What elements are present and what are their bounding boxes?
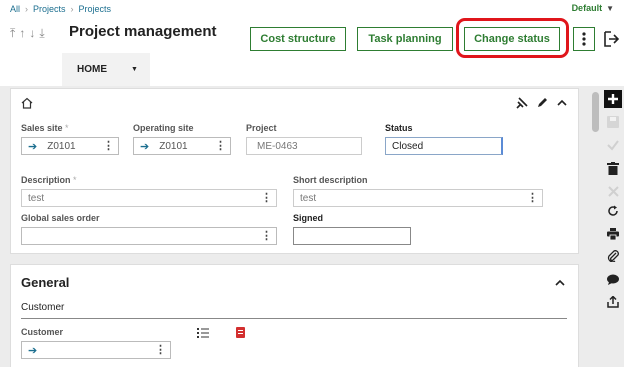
description-value: test xyxy=(28,192,45,204)
highlight-annotation xyxy=(456,18,569,58)
chevron-up-icon[interactable] xyxy=(556,97,568,109)
customer-field[interactable]: ➔ ⋮ xyxy=(21,341,171,359)
signed-label: Signed xyxy=(293,213,324,223)
project-field[interactable]: ME-0463 xyxy=(246,137,362,155)
breadcrumb-all[interactable]: All xyxy=(10,4,20,14)
user-default-menu[interactable]: Default ▼ xyxy=(572,3,614,13)
side-toolbar xyxy=(602,90,624,367)
chevron-up-icon[interactable] xyxy=(554,277,566,289)
description-label: Description * xyxy=(21,175,77,185)
attachment-button[interactable] xyxy=(604,247,622,265)
short-description-label: Short description xyxy=(293,175,368,185)
delete-button[interactable] xyxy=(604,159,622,177)
breadcrumb-projects[interactable]: Projects xyxy=(33,4,66,14)
breadcrumb-separator-icon: › xyxy=(70,4,74,14)
share-icon xyxy=(607,296,619,308)
default-menu-label: Default xyxy=(571,3,603,13)
cancel-button[interactable] xyxy=(604,182,622,200)
arrow-right-icon: ➔ xyxy=(28,344,38,357)
add-button[interactable] xyxy=(604,90,622,108)
close-icon xyxy=(607,185,619,197)
more-vertical-icon[interactable]: ⋮ xyxy=(155,344,166,356)
more-vertical-icon[interactable]: ⋮ xyxy=(261,230,272,242)
sales-site-value: Z0101 xyxy=(47,140,76,152)
arrow-right-icon: ➔ xyxy=(140,140,150,153)
customer-label: Customer xyxy=(21,327,64,337)
global-sales-order-label: Global sales order xyxy=(21,213,100,223)
record-navigation: ⤒ ↑ ↓ ⤓ xyxy=(10,26,45,41)
sales-site-label: Sales site * xyxy=(21,123,69,133)
refresh-icon xyxy=(608,205,618,216)
more-vertical-icon[interactable]: ⋮ xyxy=(261,192,272,204)
chevron-down-icon: ▼ xyxy=(131,66,138,73)
comment-icon xyxy=(607,274,619,285)
operating-site-field[interactable]: ➔ Z0101 ⋮ xyxy=(133,137,231,155)
comment-button[interactable] xyxy=(604,270,622,288)
header-panel: Sales site * ➔ Z0101 ⋮ Operating site ➔ … xyxy=(10,88,579,254)
short-description-field[interactable]: test ⋮ xyxy=(293,189,543,207)
document-icon[interactable] xyxy=(236,327,245,338)
confirm-button[interactable] xyxy=(604,136,622,154)
page-title: Project management xyxy=(69,23,217,40)
previous-record-icon[interactable]: ↑ xyxy=(19,26,25,41)
home-tab[interactable]: HOME ▼ xyxy=(62,53,150,86)
print-icon xyxy=(607,228,619,240)
more-vertical-icon xyxy=(582,32,586,46)
save-button[interactable] xyxy=(604,113,622,131)
divider xyxy=(21,318,567,319)
global-sales-order-field[interactable]: ⋮ xyxy=(21,227,277,245)
list-icon[interactable] xyxy=(197,327,209,338)
general-section: General Customer Customer ➔ ⋮ xyxy=(10,264,579,367)
save-icon xyxy=(607,116,619,128)
short-description-value: test xyxy=(300,192,317,204)
edit-icon[interactable] xyxy=(536,97,548,109)
signed-field[interactable] xyxy=(293,227,411,245)
exit-icon[interactable] xyxy=(603,30,619,48)
general-section-title: General xyxy=(21,275,70,290)
description-field[interactable]: test ⋮ xyxy=(21,189,277,207)
panel-tools xyxy=(516,97,568,109)
home-icon[interactable] xyxy=(21,97,33,109)
scrollbar-thumb[interactable] xyxy=(592,92,599,132)
operating-site-label: Operating site xyxy=(133,123,194,133)
last-record-icon[interactable]: ⤓ xyxy=(39,26,44,41)
status-label: Status xyxy=(385,123,413,133)
app-window: All › Projects › Projects Default ▼ ⤒ ↑ … xyxy=(0,0,624,367)
trash-icon xyxy=(607,161,619,175)
check-icon xyxy=(607,140,619,151)
arrow-right-icon: ➔ xyxy=(28,140,38,153)
project-label: Project xyxy=(246,123,277,133)
more-vertical-icon[interactable]: ⋮ xyxy=(215,140,226,152)
breadcrumb: All › Projects › Projects xyxy=(10,4,111,14)
task-planning-button[interactable]: Task planning xyxy=(357,27,453,51)
chevron-down-icon: ▼ xyxy=(606,3,614,13)
customer-subsection-title: Customer xyxy=(21,302,65,313)
refresh-button[interactable] xyxy=(604,202,622,220)
share-button[interactable] xyxy=(604,293,622,311)
sales-site-field[interactable]: ➔ Z0101 ⋮ xyxy=(21,137,119,155)
status-field[interactable]: Closed xyxy=(385,137,503,155)
cost-structure-button[interactable]: Cost structure xyxy=(250,27,346,51)
first-record-icon[interactable]: ⤒ xyxy=(10,26,15,41)
plus-icon xyxy=(608,94,618,104)
print-button[interactable] xyxy=(604,225,622,243)
more-actions-button[interactable] xyxy=(573,27,595,51)
next-record-icon[interactable]: ↓ xyxy=(29,26,35,41)
breadcrumb-projects-current[interactable]: Projects xyxy=(79,4,112,14)
pin-icon[interactable] xyxy=(516,97,528,109)
attachment-icon xyxy=(607,250,619,262)
breadcrumb-separator-icon: › xyxy=(25,4,29,14)
header-bar: All › Projects › Projects Default ▼ ⤒ ↑ … xyxy=(0,0,624,86)
more-vertical-icon[interactable]: ⋮ xyxy=(527,192,538,204)
operating-site-value: Z0101 xyxy=(159,140,188,152)
home-tab-label: HOME xyxy=(77,64,107,75)
more-vertical-icon[interactable]: ⋮ xyxy=(103,140,114,152)
